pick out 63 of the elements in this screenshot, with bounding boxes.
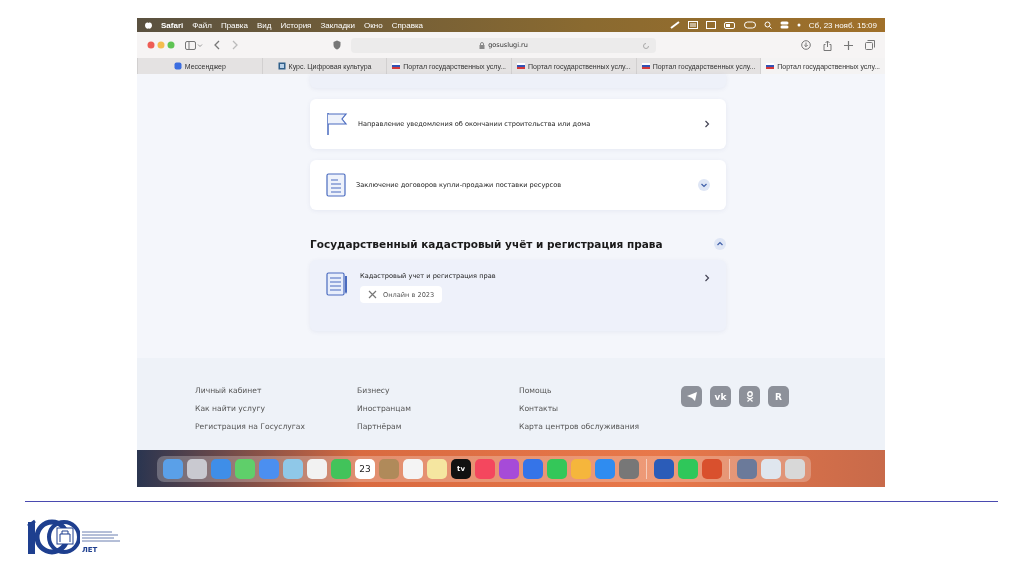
download-icon[interactable]: [801, 40, 811, 50]
sidebar-icon[interactable]: [185, 40, 203, 50]
forward-icon[interactable]: [231, 40, 239, 50]
menu-item[interactable]: Закладки: [320, 20, 356, 30]
lock-icon: [479, 41, 486, 49]
chevron-up-icon[interactable]: [714, 238, 726, 250]
app-icon[interactable]: [785, 458, 805, 479]
chevron-right-icon[interactable]: [704, 120, 710, 128]
search-icon[interactable]: [763, 21, 772, 29]
menu-item[interactable]: Справка: [391, 20, 424, 30]
menu-item[interactable]: Вид: [256, 20, 272, 30]
calendar-icon[interactable]: 23: [355, 458, 375, 479]
paper-plane-icon: [686, 392, 697, 401]
back-icon[interactable]: [213, 40, 221, 50]
battery-icon[interactable]: [723, 21, 736, 29]
favicon-icon: [277, 62, 286, 70]
favicon-icon: [517, 62, 525, 70]
favicon-icon: [641, 62, 650, 70]
logo-text-lines-icon: [82, 530, 122, 544]
dot-icon[interactable]: [796, 23, 801, 27]
app-icon[interactable]: [427, 458, 447, 479]
flag-icon: [326, 112, 348, 136]
app-icon[interactable]: [761, 458, 781, 479]
tabs-overview-icon[interactable]: [865, 40, 875, 50]
app-icon[interactable]: [235, 458, 255, 479]
reload-icon[interactable]: [642, 41, 650, 50]
chevron-right-icon[interactable]: [704, 274, 710, 282]
notepad-icon: [326, 272, 350, 296]
shield-icon[interactable]: [333, 40, 341, 50]
menu-item[interactable]: Safari: [161, 20, 184, 30]
social-button[interactable]: [681, 386, 702, 407]
section-title: Государственный кадастровый учёт и регистрация права: [310, 238, 663, 250]
app-icon[interactable]: [163, 458, 183, 479]
app-icon[interactable]: [702, 458, 722, 479]
chevron-down-icon[interactable]: [698, 179, 710, 191]
app-icon[interactable]: [595, 458, 615, 479]
app-icon[interactable]: [654, 458, 674, 479]
favicon-icon: [392, 62, 401, 70]
menu-item[interactable]: Окно: [364, 20, 383, 30]
app-icon[interactable]: [475, 458, 495, 479]
app-icon[interactable]: [737, 458, 757, 479]
pen-icon[interactable]: [669, 21, 680, 29]
menu-item[interactable]: История: [280, 20, 312, 30]
person-icon: [745, 391, 754, 402]
app-icon[interactable]: [523, 458, 543, 479]
plus-icon[interactable]: [844, 40, 853, 50]
app-icon[interactable]: [619, 458, 639, 479]
app-icon[interactable]: [403, 458, 423, 479]
window-controls-icon[interactable]: [147, 41, 175, 49]
control-center-icon[interactable]: [779, 21, 789, 29]
app-icon[interactable]: [187, 458, 207, 479]
apple-icon[interactable]: [145, 21, 152, 29]
menu-item[interactable]: Файл: [192, 20, 212, 30]
document-icon: [326, 173, 346, 197]
app-icon[interactable]: [283, 458, 303, 479]
app-icon[interactable]: [307, 458, 327, 479]
share-icon[interactable]: [823, 39, 832, 51]
favicon-icon: [766, 62, 775, 70]
favicon-icon: [173, 62, 182, 70]
clock: Сб, 23 нояб. 15:09: [808, 20, 877, 30]
app-icon[interactable]: [499, 458, 519, 479]
social-button[interactable]: [739, 386, 760, 407]
menu-item[interactable]: Правка: [220, 20, 248, 30]
